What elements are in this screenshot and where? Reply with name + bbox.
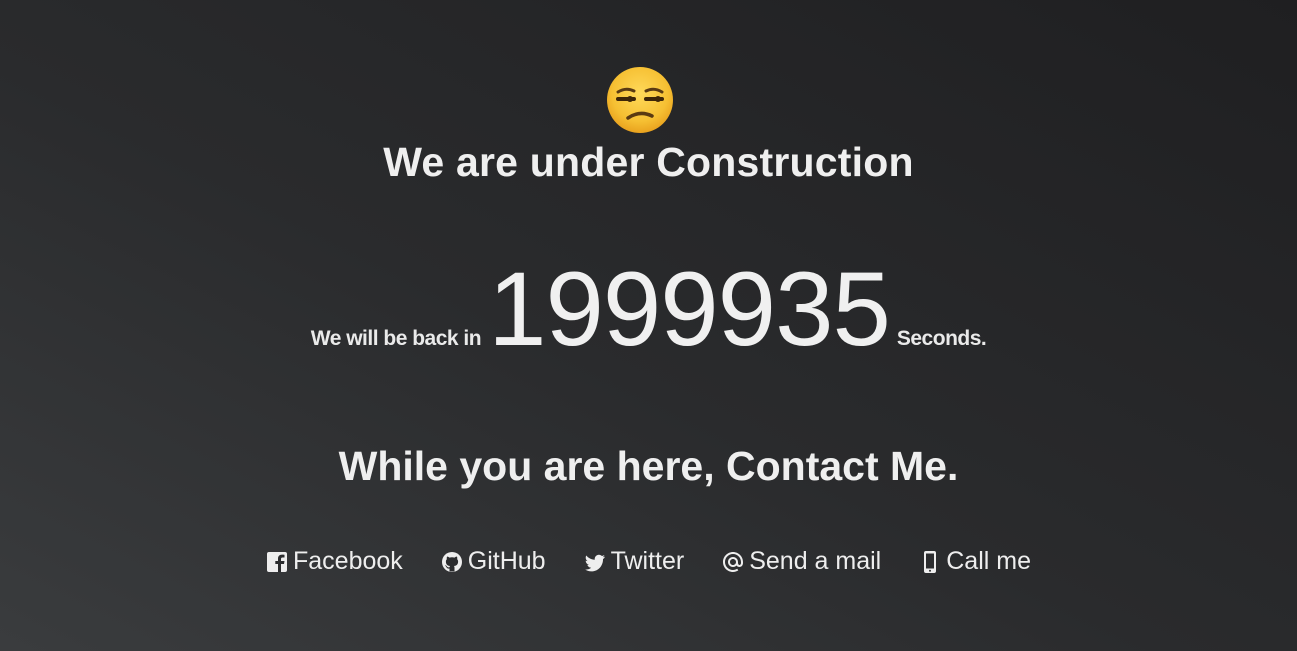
countdown-prefix: We will be back in [310, 327, 482, 350]
countdown-suffix: Seconds. [896, 327, 987, 350]
github-label: GitHub [467, 547, 546, 575]
twitter-icon [584, 550, 606, 574]
twitter-label: Twitter [610, 547, 685, 575]
twitter-link[interactable]: Twitter [584, 547, 685, 576]
call-me-label: Call me [946, 547, 1031, 575]
send-mail-link[interactable]: Send a mail [722, 547, 881, 576]
contact-title: While you are here, Contact Me. [338, 443, 959, 489]
call-me-link[interactable]: Call me [919, 547, 1031, 576]
page-title: We are under Construction [383, 139, 914, 185]
facebook-link[interactable]: Facebook [266, 547, 403, 576]
mobile-phone-icon [919, 550, 941, 574]
facebook-label: Facebook [292, 547, 403, 575]
github-link[interactable]: GitHub [441, 547, 546, 576]
github-icon [441, 550, 463, 574]
send-mail-label: Send a mail [749, 547, 882, 575]
at-sign-icon [722, 550, 744, 574]
facebook-square-icon [266, 550, 288, 574]
countdown-value: 1999935 [488, 251, 891, 368]
countdown: We will be back in 1999935 Seconds. [0, 255, 1297, 365]
unamused-face-icon [606, 66, 674, 134]
contact-links: Facebook GitHub Twitter Send a mail Call… [0, 547, 1297, 576]
